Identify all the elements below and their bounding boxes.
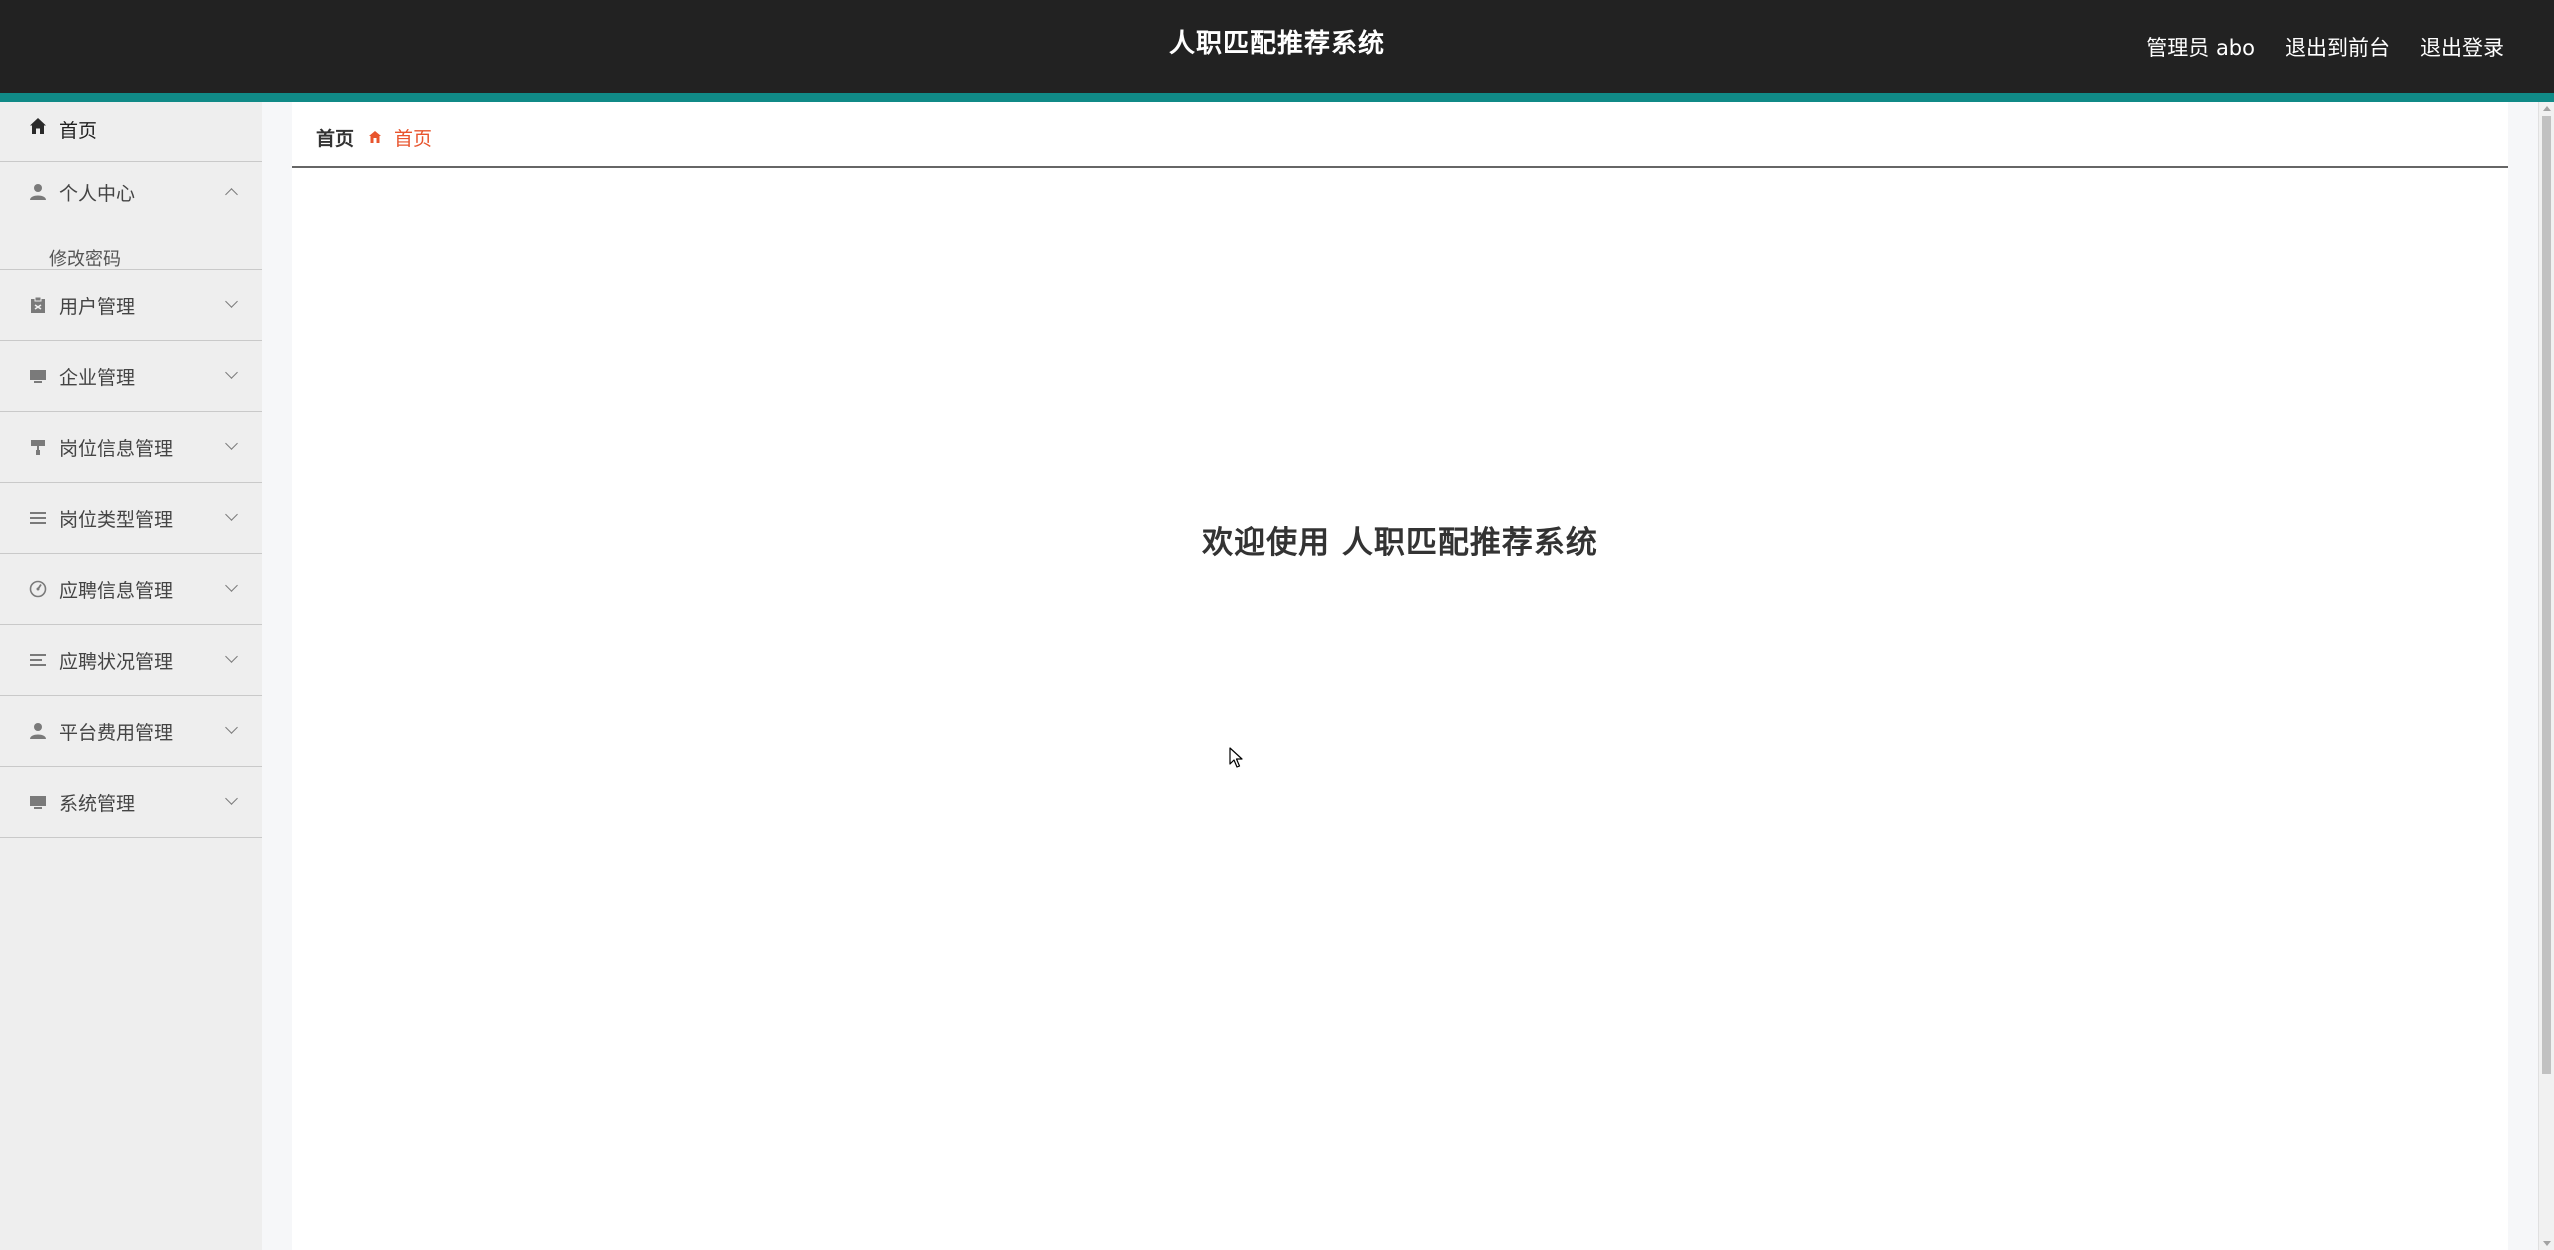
sidebar-item-personal-center[interactable]: 个人中心	[0, 162, 262, 222]
chevron-up-icon	[225, 188, 238, 201]
chevron-down-icon	[225, 508, 238, 521]
breadcrumb-current: 首页	[394, 127, 433, 150]
exit-to-front-link[interactable]: 退出到前台	[2285, 32, 2390, 62]
sidebar-item-label: 岗位信息管理	[59, 437, 174, 460]
sidebar-item-home[interactable]: 首页	[0, 102, 262, 162]
sidebar-item-system-management[interactable]: 系统管理	[0, 767, 262, 838]
sidebar-item-job-type-management[interactable]: 岗位类型管理	[0, 483, 262, 554]
lines-icon	[28, 650, 48, 670]
monitor-icon	[28, 366, 48, 386]
sidebar-item-application-status-management[interactable]: 应聘状况管理	[0, 625, 262, 696]
breadcrumb-root-link[interactable]: 首页	[316, 124, 354, 151]
paint-roller-icon	[28, 437, 48, 457]
welcome-heading: 欢迎使用 人职匹配推荐系统	[1202, 525, 1598, 561]
sidebar-item-label: 平台费用管理	[59, 721, 174, 744]
sidebar-item-label: 应聘状况管理	[59, 650, 174, 673]
user-icon	[28, 182, 48, 202]
sidebar-item-application-info-management[interactable]: 应聘信息管理	[0, 554, 262, 625]
sidebar-item-label: 系统管理	[59, 792, 136, 815]
breadcrumb: 首页 首页	[292, 102, 2508, 168]
scroll-down-arrow-icon[interactable]	[2543, 1241, 2551, 1246]
home-icon	[28, 116, 48, 136]
sidebar-item-platform-fee-management[interactable]: 平台费用管理	[0, 696, 262, 767]
sidebar-item-label: 首页	[59, 120, 98, 142]
clipboard-icon	[28, 295, 48, 315]
mouse-cursor-icon	[1229, 747, 1245, 769]
submenu-item-change-password[interactable]: 修改密码	[49, 248, 121, 269]
chevron-down-icon	[225, 721, 238, 734]
top-bar-accent-line	[0, 93, 2554, 102]
sidebar-item-job-info-management[interactable]: 岗位信息管理	[0, 412, 262, 483]
chevron-down-icon	[225, 437, 238, 450]
chevron-down-icon	[225, 366, 238, 379]
sidebar-item-label: 用户管理	[59, 295, 136, 318]
header-links: 管理员 abo 退出到前台 退出登录	[2146, 0, 2504, 93]
page-scrollbar[interactable]	[2538, 102, 2554, 1250]
chevron-down-icon	[225, 579, 238, 592]
sidebar-item-enterprise-management[interactable]: 企业管理	[0, 341, 262, 412]
chevron-down-icon	[225, 650, 238, 663]
scroll-thumb[interactable]	[2542, 116, 2551, 1074]
chevron-down-icon	[225, 295, 238, 308]
scroll-up-arrow-icon[interactable]	[2543, 106, 2551, 111]
sidebar-item-user-management[interactable]: 用户管理	[0, 270, 262, 341]
sidebar-submenu-personal: 修改密码	[0, 222, 262, 270]
sidebar-item-label: 应聘信息管理	[59, 579, 174, 602]
user-icon	[28, 721, 48, 741]
list-icon	[28, 508, 48, 528]
home-icon	[368, 130, 382, 144]
chevron-down-icon	[225, 792, 238, 805]
sidebar-item-label: 个人中心	[59, 182, 136, 205]
sidebar-item-label: 岗位类型管理	[59, 508, 174, 531]
monitor-icon	[28, 792, 48, 812]
sidebar-item-label: 企业管理	[59, 366, 136, 389]
logout-link[interactable]: 退出登录	[2420, 32, 2504, 62]
current-user-label[interactable]: 管理员 abo	[2146, 32, 2255, 62]
gauge-icon	[28, 579, 48, 599]
main-content: 首页 首页 欢迎使用 人职匹配推荐系统	[292, 102, 2508, 1250]
sidebar: 首页 个人中心 修改密码 用户管理 企业管理 岗位信息管理 岗位类型管理 应聘信…	[0, 102, 262, 1250]
